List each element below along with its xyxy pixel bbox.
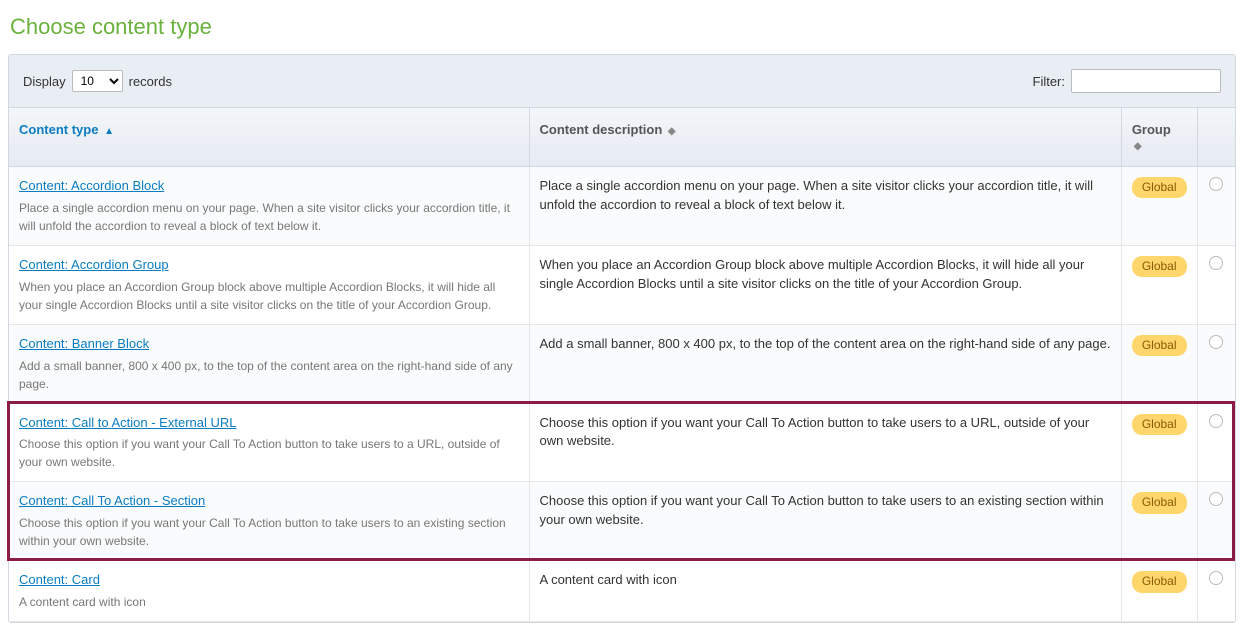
group-badge: Global (1132, 414, 1187, 435)
row-long-desc: When you place an Accordion Group block … (529, 245, 1121, 324)
table-row: Content: Accordion Group When you place a… (9, 245, 1235, 324)
row-long-desc: Choose this option if you want your Call… (529, 482, 1121, 561)
row-short-desc: Choose this option if you want your Call… (19, 435, 519, 471)
col-header-type-label: Content type (19, 122, 98, 137)
select-radio[interactable] (1209, 177, 1223, 191)
page-title: Choose content type (10, 14, 1236, 40)
row-long-desc: Add a small banner, 800 x 400 px, to the… (529, 324, 1121, 403)
row-title-link[interactable]: Content: Accordion Group (19, 256, 519, 275)
col-header-group[interactable]: Group ◆ (1121, 108, 1197, 167)
row-long-desc: Place a single accordion menu on your pa… (529, 167, 1121, 246)
row-title-link[interactable]: Content: Banner Block (19, 335, 519, 354)
table-row: Content: Card A content card with icon A c… (9, 561, 1235, 622)
row-title-link[interactable]: Content: Card (19, 571, 519, 590)
sort-icon: ◆ (1134, 141, 1142, 152)
row-short-desc: Choose this option if you want your Call… (19, 514, 519, 550)
table-row: Content: Call To Action - Section Choose … (9, 482, 1235, 561)
row-short-desc: Add a small banner, 800 x 400 px, to the… (19, 357, 519, 393)
select-radio[interactable] (1209, 571, 1223, 585)
group-badge: Global (1132, 177, 1187, 198)
row-short-desc: Place a single accordion menu on your pa… (19, 199, 519, 235)
records-select[interactable]: 102550100 (72, 70, 123, 92)
group-badge: Global (1132, 256, 1187, 277)
row-long-desc: Choose this option if you want your Call… (529, 403, 1121, 482)
col-header-desc[interactable]: Content description ◆ (529, 108, 1121, 167)
table-row: Content: Accordion Block Place a single a… (9, 167, 1235, 246)
select-radio[interactable] (1209, 414, 1223, 428)
select-radio[interactable] (1209, 335, 1223, 349)
group-badge: Global (1132, 571, 1187, 592)
row-long-desc: A content card with icon (529, 561, 1121, 622)
display-label-pre: Display (23, 74, 66, 89)
row-short-desc: A content card with icon (19, 593, 519, 611)
table-row: Content: Banner Block Add a small banner,… (9, 324, 1235, 403)
row-title-link[interactable]: Content: Accordion Block (19, 177, 519, 196)
group-badge: Global (1132, 335, 1187, 356)
filter-label: Filter: (1033, 74, 1066, 89)
col-header-select (1197, 108, 1235, 167)
content-type-table: Content type ▲ Content description ◆ Gro… (9, 108, 1235, 622)
filter-input[interactable] (1071, 69, 1221, 93)
sort-asc-icon: ▲ (104, 126, 114, 137)
select-radio[interactable] (1209, 492, 1223, 506)
col-header-type[interactable]: Content type ▲ (9, 108, 529, 167)
toolbar: Display 102550100 records Filter: (9, 55, 1235, 108)
select-radio[interactable] (1209, 256, 1223, 270)
table-row: Content: Call to Action - External URL Ch… (9, 403, 1235, 482)
row-title-link[interactable]: Content: Call To Action - Section (19, 492, 519, 511)
content-type-panel: Display 102550100 records Filter: Conten… (8, 54, 1236, 623)
row-short-desc: When you place an Accordion Group block … (19, 278, 519, 314)
group-badge: Global (1132, 492, 1187, 513)
col-header-desc-label: Content description (540, 122, 663, 137)
display-label-post: records (129, 74, 172, 89)
row-title-link[interactable]: Content: Call to Action - External URL (19, 414, 519, 433)
col-header-group-label: Group (1132, 122, 1171, 137)
sort-icon: ◆ (668, 126, 676, 137)
